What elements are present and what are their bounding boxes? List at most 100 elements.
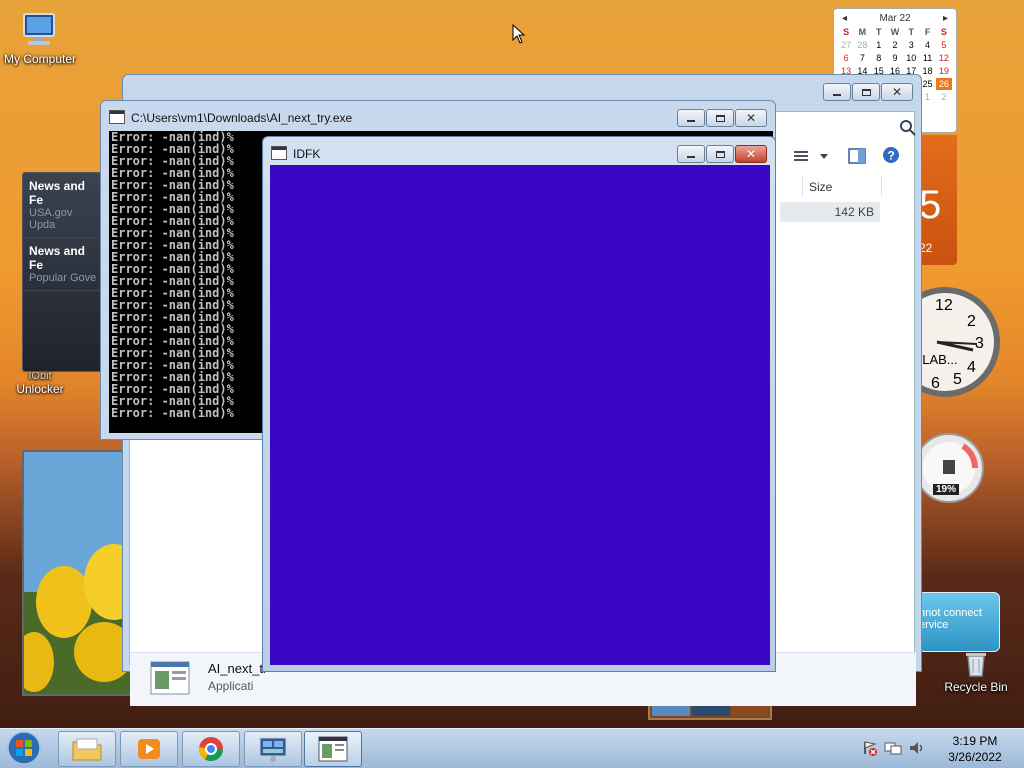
minimize-button[interactable] [677,145,705,163]
weather-line1: nnot connect [919,607,982,619]
cpu-meter-gadget[interactable]: 19% [914,428,987,518]
calendar-day[interactable]: 2 [936,91,952,103]
folder-icon [72,738,102,761]
windows-logo-icon [7,731,41,765]
cpu-percent: 19% [933,484,960,495]
news-subtitle: Popular Gove [29,272,97,284]
calendar-day[interactable]: 10 [903,52,919,64]
calendar-day[interactable]: 7 [854,52,870,64]
iobit-unlocker-icon[interactable]: IObit Unlocker [0,370,80,396]
calendar-dow: T [875,27,882,37]
calendar-day[interactable]: 5 [936,39,952,51]
weather-gadget[interactable]: nnot connect ervice [918,592,1000,652]
next-month-icon[interactable]: ▸ [943,13,948,24]
network-tray-icon[interactable] [884,740,902,759]
weather-line2: ervice [919,619,949,631]
calendar-dow: W [890,27,900,37]
close-button[interactable]: ✕ [881,83,913,101]
maximize-button[interactable] [852,83,880,101]
maximize-icon [715,150,725,158]
my-computer-label: My Computer [3,52,77,66]
volume-icon[interactable] [908,740,926,759]
console-window-controls: ✕ [677,109,767,127]
start-button[interactable] [4,730,48,766]
chrome-icon [199,737,223,762]
calendar-month: Mar 22 [879,13,911,24]
svg-text:?: ? [888,149,895,163]
taskbar-app-button[interactable] [304,731,362,767]
preview-pane-icon[interactable] [848,148,866,167]
news-feed-gadget[interactable]: News and Fe USA.gov Upda News and Fe Pop… [22,172,104,372]
news-item[interactable]: News and Fe USA.gov Upda [23,173,103,238]
details-filetype: Applicati [208,679,254,693]
close-icon: ✕ [891,85,903,99]
close-icon: ✕ [745,147,757,161]
taskbar-chrome-button[interactable] [182,731,240,767]
calendar-day[interactable]: 11 [919,52,935,64]
calendar-dow: F [924,27,931,37]
svg-text:2: 2 [967,313,976,330]
close-button[interactable]: ✕ [735,145,767,163]
svg-text:6: 6 [931,375,940,392]
search-icon[interactable] [770,118,916,138]
mouse-cursor-icon [512,23,526,47]
calendar-day[interactable]: 27 [838,39,854,51]
news-title: News and Fe [29,179,86,207]
taskbar-explorer-button[interactable] [58,731,116,767]
calendar-dow: S [843,27,850,37]
action-center-icon[interactable] [862,740,878,759]
idfk-app-icon [271,146,287,163]
maximize-button[interactable] [706,109,734,127]
calendar-day[interactable]: 6 [838,52,854,64]
details-filename: AI_next_tr [208,661,268,676]
calendar-day[interactable]: 8 [871,52,887,64]
taskbar-network-button[interactable] [244,731,302,767]
recycle-bin-icon[interactable]: Recycle Bin [936,648,1016,694]
taskbar-date: 3/26/2022 [948,750,1002,764]
file-size-cell: 142 KB [780,202,880,222]
news-item[interactable]: News and Fe Popular Gove [23,238,103,291]
console-title: C:\Users\vm1\Downloads\AI_next_try.exe [131,111,353,125]
idfk-window[interactable]: IDFK ✕ [262,136,776,672]
view-options-icon[interactable] [792,148,832,167]
prev-month-icon[interactable]: ◂ [842,13,847,24]
calendar-day[interactable]: 19 [936,65,952,77]
minimize-icon [687,155,695,158]
taskbar-media-player-button[interactable] [120,731,178,767]
help-icon[interactable]: ? [882,146,900,167]
calendar-dow: S [940,27,947,37]
calendar-day[interactable]: 28 [854,39,870,51]
calendar-day[interactable]: 18 [919,65,935,77]
minimize-icon [687,119,695,122]
maximize-icon [715,114,725,122]
application-icon [150,661,190,695]
recycle-bin-label: Recycle Bin [944,680,1008,694]
minimize-button[interactable] [677,109,705,127]
network-icon [259,737,287,762]
calendar-day[interactable]: 3 [903,39,919,51]
application-icon [318,736,348,762]
calendar-day[interactable]: 26 [935,78,952,90]
clock-gadget[interactable]: 12 2 3 4 5 6 LLAB... [890,280,1001,404]
console-app-icon [109,110,125,127]
render-canvas[interactable] [270,165,770,665]
my-computer-icon[interactable]: My Computer [0,10,80,66]
calendar-day[interactable]: 1 [871,39,887,51]
calendar-dow: M [858,27,867,37]
minimize-button[interactable] [823,83,851,101]
svg-text:5: 5 [953,371,962,388]
calendar-day[interactable]: 4 [919,39,935,51]
computer-icon [18,10,62,50]
calendar-dow: T [908,27,915,37]
system-tray [862,732,926,766]
calendar-day[interactable]: 2 [887,39,903,51]
maximize-icon [861,88,871,96]
idfk-title: IDFK [293,147,321,161]
taskbar-clock[interactable]: 3:19 PM 3/26/2022 [940,733,1010,765]
svg-text:12: 12 [935,297,953,314]
maximize-button[interactable] [706,145,734,163]
close-button[interactable]: ✕ [735,109,767,127]
column-header-size[interactable]: Size [802,176,882,196]
calendar-day[interactable]: 12 [936,52,952,64]
calendar-day[interactable]: 9 [887,52,903,64]
